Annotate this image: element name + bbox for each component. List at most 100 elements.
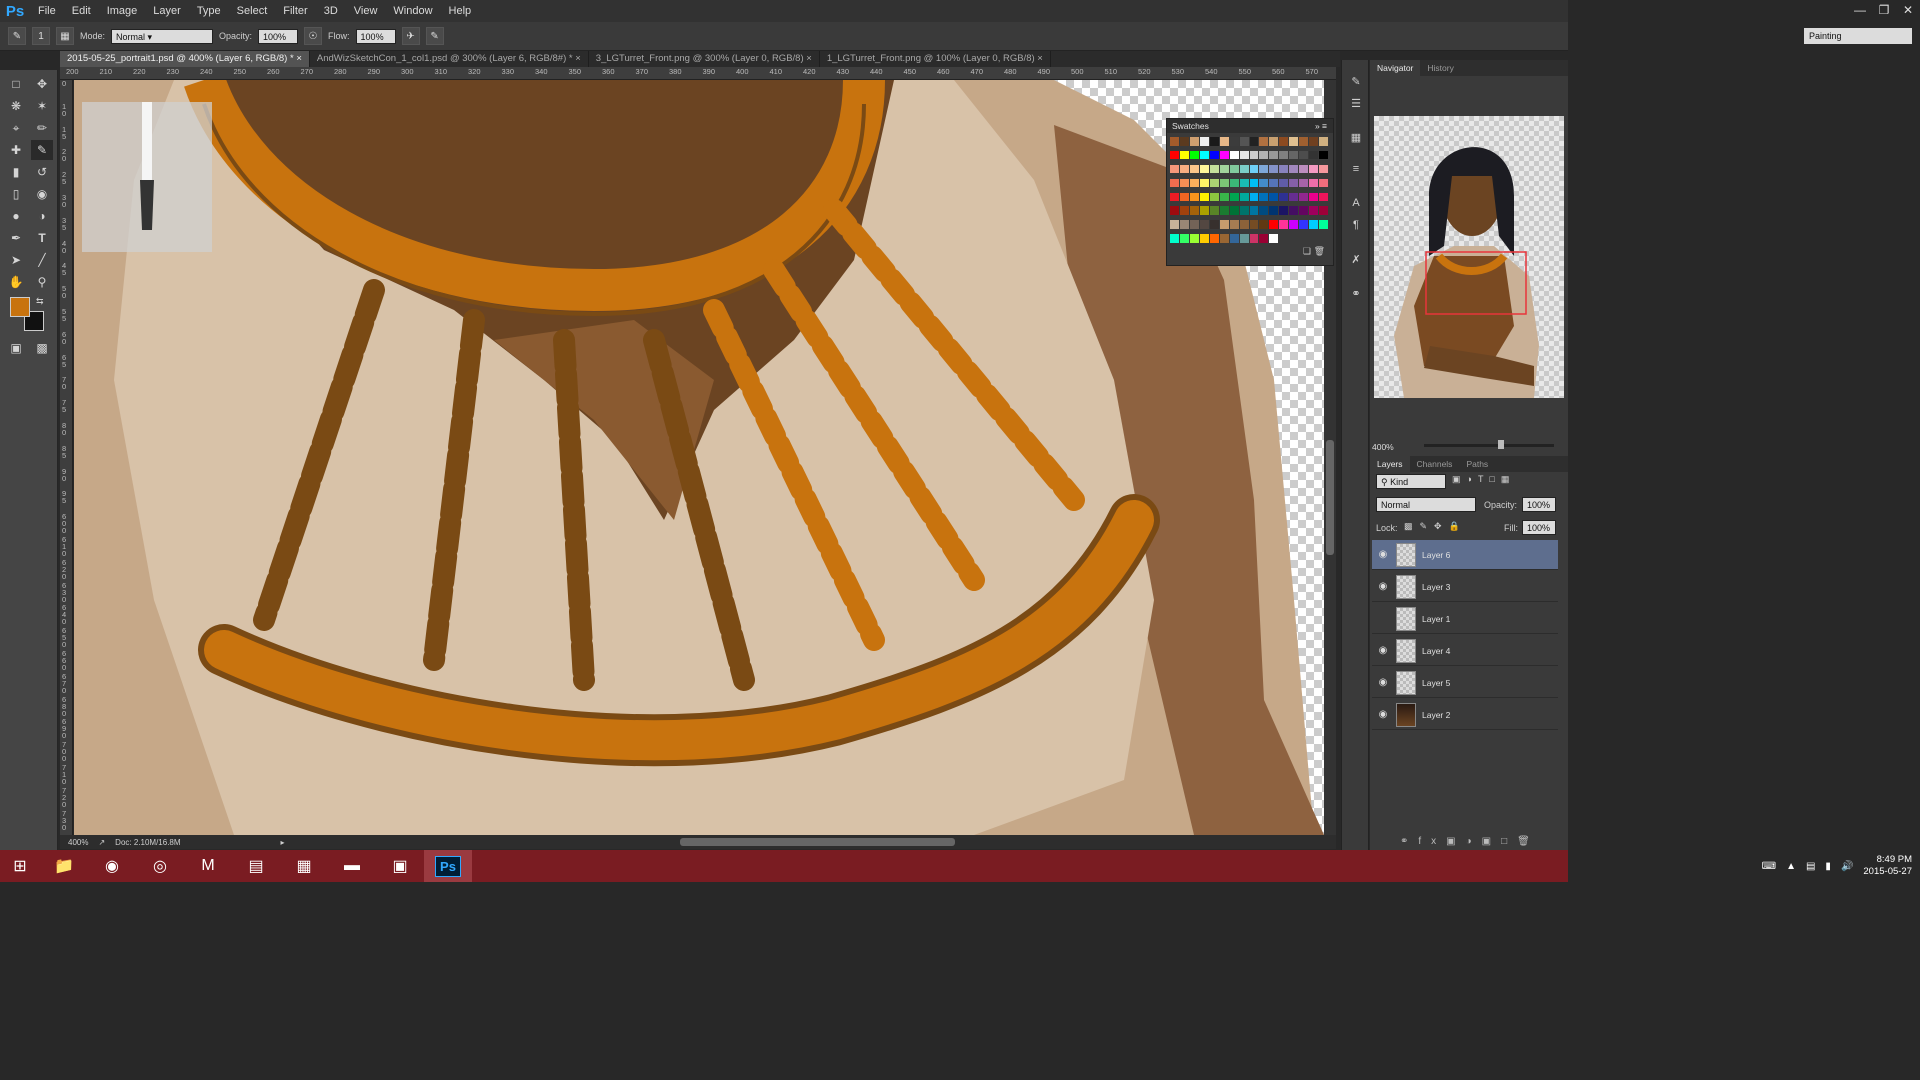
color-swatch[interactable] <box>1189 164 1199 174</box>
tab-navigator[interactable]: Navigator <box>1370 60 1421 76</box>
magic-wand-tool-icon[interactable]: ✶ <box>31 96 53 116</box>
color-swatch[interactable] <box>1299 220 1309 229</box>
color-swatch[interactable] <box>1279 206 1289 215</box>
color-swatch[interactable] <box>1269 206 1279 215</box>
color-swatch[interactable] <box>1199 234 1209 243</box>
color-swatch[interactable] <box>1179 220 1189 229</box>
signal-icon[interactable]: ▮ <box>1825 861 1831 872</box>
color-swatch[interactable] <box>1170 150 1179 160</box>
share-icon[interactable]: ↗ <box>98 838 105 847</box>
color-swatch[interactable] <box>1179 178 1189 188</box>
color-swatch[interactable] <box>1289 137 1299 146</box>
color-swatch[interactable] <box>1299 206 1309 215</box>
navigator-zoom-slider[interactable] <box>1424 444 1554 447</box>
layer-name[interactable]: Layer 1 <box>1422 614 1450 624</box>
blur-tool-icon[interactable]: ● <box>5 206 27 226</box>
brush-panel-toggle-icon[interactable]: ▦ <box>56 27 74 45</box>
marquee-tool-icon[interactable]: □ <box>5 74 27 94</box>
color-swatch[interactable] <box>1249 192 1259 201</box>
color-swatch[interactable] <box>1189 178 1199 188</box>
crop-tool-icon[interactable]: ⌖ <box>5 118 27 138</box>
color-swatch[interactable] <box>1179 234 1189 243</box>
layer-filter-icons[interactable]: ▣◑T□▦ <box>1452 474 1515 485</box>
color-swatch[interactable] <box>1229 206 1239 215</box>
layer-visibility-icon[interactable]: ◉ <box>1372 709 1394 720</box>
color-swatch[interactable] <box>1219 164 1229 174</box>
color-swatch[interactable] <box>1239 137 1249 146</box>
color-swatch[interactable] <box>1289 164 1299 174</box>
volume-icon[interactable]: 🔊 <box>1841 861 1853 872</box>
menu-file[interactable]: File <box>30 0 64 22</box>
color-swatch[interactable] <box>1189 192 1199 201</box>
layer-name[interactable]: Layer 6 <box>1422 550 1450 560</box>
color-swatch[interactable] <box>1170 178 1179 188</box>
color-swatch[interactable] <box>1219 220 1229 229</box>
color-swatch[interactable] <box>1239 164 1249 174</box>
remote-desktop-icon[interactable]: ▣ <box>376 850 424 882</box>
close-icon[interactable]: ✕ <box>1896 0 1920 22</box>
color-swatch[interactable] <box>1269 137 1279 146</box>
color-swatch[interactable] <box>1319 150 1328 160</box>
color-swatch[interactable] <box>1209 150 1219 160</box>
color-swatch[interactable] <box>1189 220 1199 229</box>
color-swatch[interactable] <box>1279 192 1289 201</box>
color-swatch[interactable] <box>1229 220 1239 229</box>
color-swatch[interactable] <box>1259 164 1269 174</box>
file-explorer-icon[interactable]: 📁 <box>40 850 88 882</box>
tab-history[interactable]: History <box>1420 60 1460 76</box>
color-swatch[interactable] <box>1199 178 1209 188</box>
color-swatch[interactable] <box>1309 150 1319 160</box>
color-swatch[interactable] <box>1179 164 1189 174</box>
color-swatch[interactable] <box>1269 178 1279 188</box>
menu-image[interactable]: Image <box>99 0 146 22</box>
color-swatch[interactable] <box>1209 234 1219 243</box>
color-swatch[interactable] <box>1239 206 1249 215</box>
color-swatch[interactable] <box>1249 206 1259 215</box>
color-swatch[interactable] <box>1309 137 1319 146</box>
color-swatch[interactable] <box>1199 220 1209 229</box>
type-tool-icon[interactable]: T <box>31 228 53 248</box>
color-swatch[interactable] <box>1219 192 1229 201</box>
network-icon[interactable]: ▤ <box>1806 861 1815 872</box>
tools-cross-icon[interactable]: ✗ <box>1346 250 1366 268</box>
color-swatch[interactable] <box>1309 178 1319 188</box>
close-tab-icon[interactable]: × <box>1035 53 1043 64</box>
tablet-pen-icon[interactable]: ▬ <box>328 850 376 882</box>
layer-row[interactable]: ◉ Layer 6 <box>1372 540 1558 570</box>
color-swatch[interactable] <box>1179 137 1189 146</box>
navigator-thumbnail[interactable] <box>1374 116 1564 398</box>
color-swatch[interactable] <box>1209 220 1219 229</box>
color-swatch[interactable] <box>1249 234 1259 243</box>
character-panel-icon[interactable]: A <box>1346 194 1366 212</box>
color-swatch[interactable] <box>1249 164 1259 174</box>
color-swatch[interactable] <box>1299 150 1309 160</box>
menu-view[interactable]: View <box>346 0 386 22</box>
foreground-color-swatch[interactable] <box>10 297 30 317</box>
color-swatch[interactable] <box>1289 178 1299 188</box>
layer-opacity-field[interactable]: 100% <box>1522 497 1556 512</box>
color-swatch[interactable] <box>1249 150 1259 160</box>
color-swatch[interactable] <box>1229 137 1239 146</box>
move-tool-icon[interactable]: ✥ <box>31 74 53 94</box>
zoom-level[interactable]: 400% <box>68 838 88 847</box>
layer-visibility-icon[interactable]: ◉ <box>1372 581 1394 592</box>
color-swatch[interactable] <box>1199 137 1209 146</box>
color-swatch[interactable] <box>1239 234 1249 243</box>
history-brush-tool-icon[interactable]: ↺ <box>31 162 53 182</box>
color-swatch[interactable] <box>1199 206 1209 215</box>
brush-size-picker[interactable]: 1 <box>32 27 50 45</box>
color-swatch[interactable] <box>1189 206 1199 215</box>
lock-icons[interactable]: ▩✎✥🔒 <box>1404 521 1467 532</box>
windows-start-icon[interactable]: ⊞ <box>0 850 40 882</box>
path-selection-tool-icon[interactable]: ➤ <box>5 250 27 270</box>
malwarebytes-icon[interactable]: M <box>184 850 232 882</box>
airbrush-icon[interactable]: ✈ <box>401 27 420 45</box>
restore-icon[interactable]: ❐ <box>1872 0 1896 22</box>
color-swatch[interactable] <box>1279 220 1289 229</box>
keyboard-icon[interactable]: ⌨ <box>1762 861 1776 872</box>
pen-tool-icon[interactable]: ✒ <box>5 228 27 248</box>
horizontal-scroll-thumb[interactable] <box>680 838 955 846</box>
brush-tool-icon[interactable]: ✎ <box>31 140 53 160</box>
layer-row[interactable]: ◉ Layer 4 <box>1372 636 1558 666</box>
paint-bucket-tool-icon[interactable]: ◉ <box>31 184 53 204</box>
